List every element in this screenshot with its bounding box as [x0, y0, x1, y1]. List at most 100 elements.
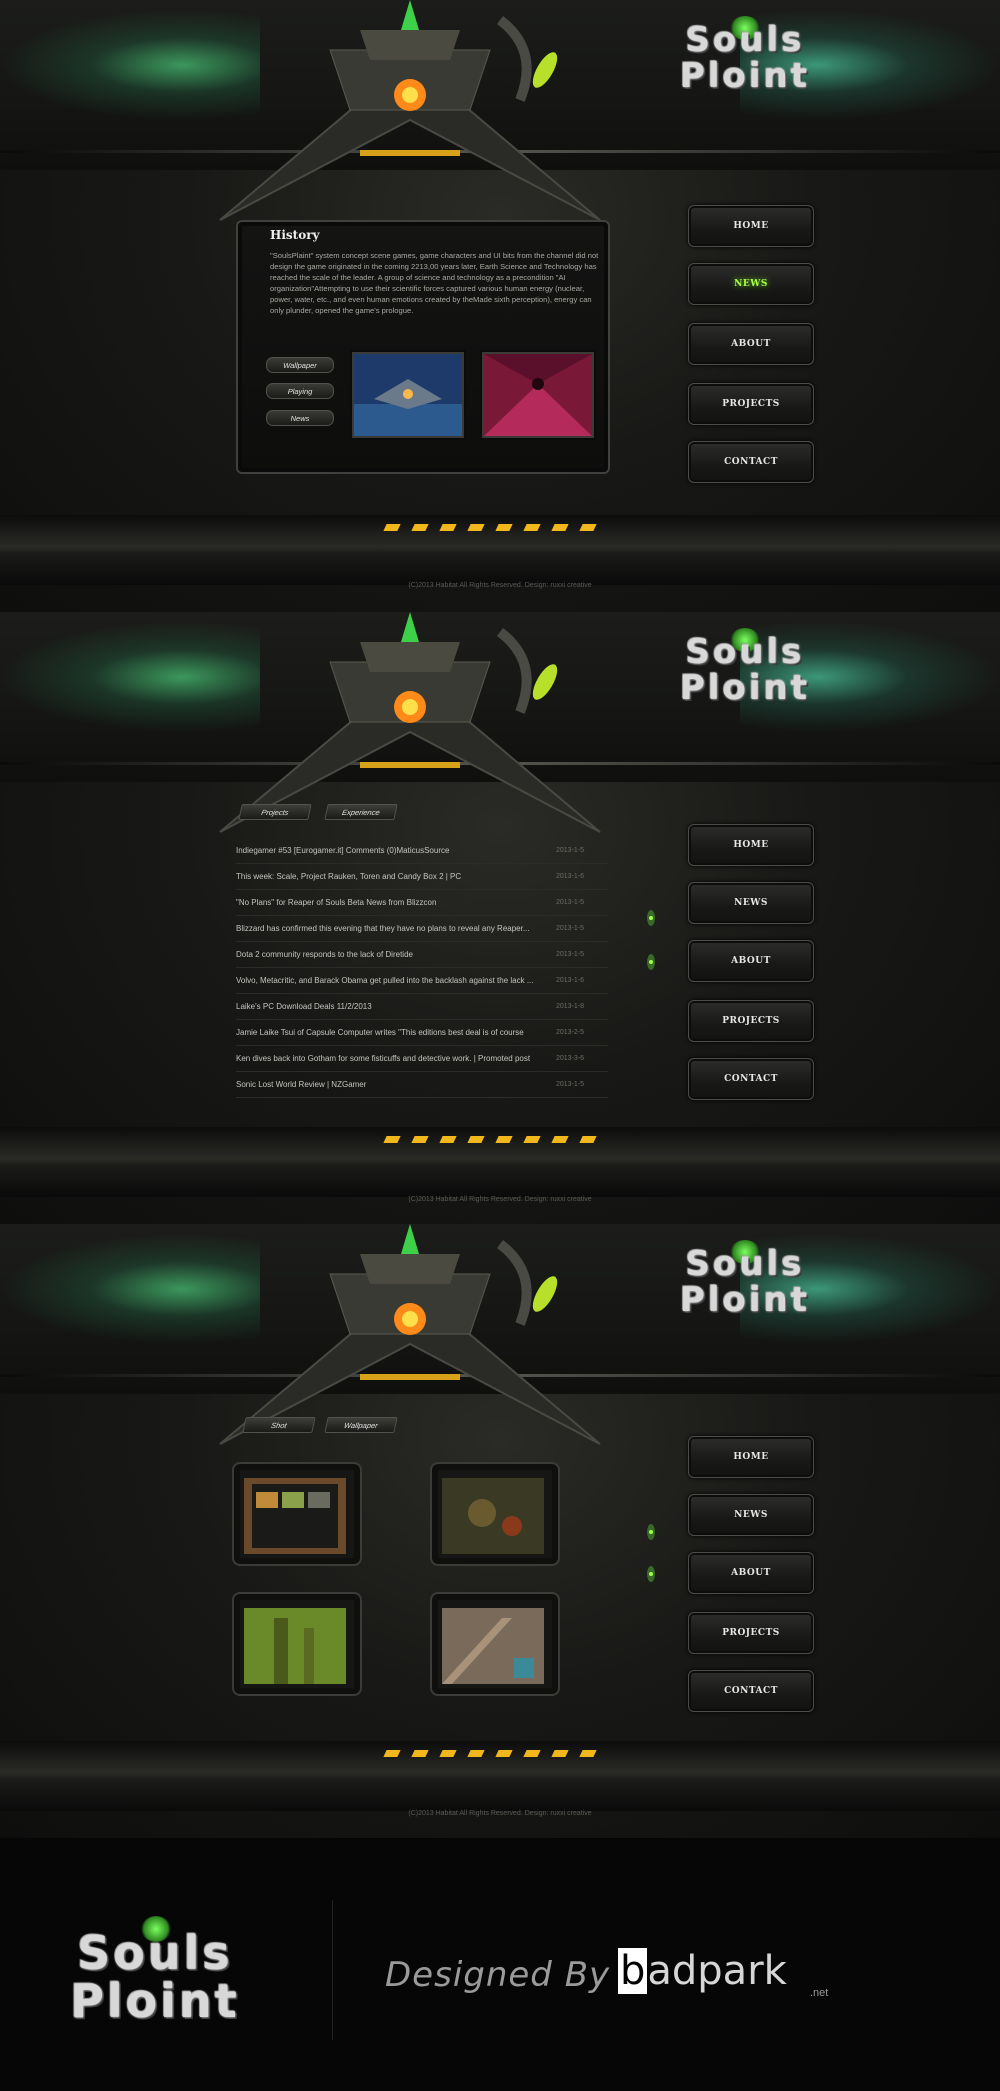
souls-plaint-logo[interactable]: Souls Ploint [670, 618, 820, 708]
news-date: 2013-1-6 [556, 873, 585, 880]
page-section-gallery: Souls Ploint Shot Wallpaper HOME NEWS AB… [0, 1224, 1000, 1838]
green-orb-icon [647, 954, 655, 970]
gallery-shot[interactable] [232, 1592, 362, 1696]
news-date: 2013-1-8 [556, 1003, 585, 1010]
news-title[interactable]: Sonic Lost World Review | NZGamer [236, 1080, 556, 1089]
logo-line-2: Ploint [679, 56, 811, 96]
main-nav: HOME NEWS ABOUT PROJECTS CONTACT [688, 1436, 814, 1728]
news-item[interactable]: Jamie Laike Tsui of Capsule Computer wri… [236, 1020, 608, 1046]
news-title[interactable]: Ken dives back into Gotham for some fist… [236, 1054, 556, 1063]
news-date: 2013-1-5 [556, 925, 585, 932]
news-date: 2013-2-5 [556, 1029, 585, 1036]
spaceship-illustration [219, 0, 601, 221]
news-date: 2013-1-5 [556, 951, 585, 958]
main-nav: HOME NEWS ABOUT PROJECTS CONTACT [688, 824, 814, 1116]
game-thumbnail-tunnel[interactable] [482, 352, 594, 438]
gallery-shot[interactable] [430, 1462, 560, 1566]
nav-news[interactable]: NEWS [688, 1494, 814, 1536]
news-title[interactable]: Dota 2 community responds to the lack of… [236, 950, 556, 959]
news-date: 2013-1-5 [556, 1081, 585, 1088]
green-orb-icon [647, 1566, 655, 1582]
hazard-stripes [383, 1136, 600, 1144]
news-date: 2013-1-5 [556, 899, 585, 906]
news-title[interactable]: Indiegamer #53 [Eurogamer.it] Comments (… [236, 846, 556, 855]
news-title[interactable]: "No Plans" for Reaper of Souls Beta News… [236, 898, 556, 907]
souls-plaint-logo[interactable]: Souls Ploint [670, 6, 820, 96]
news-title[interactable]: Laike's PC Download Deals 11/2/2013 [236, 1002, 556, 1011]
news-item[interactable]: Blizzard has confirmed this evening that… [236, 916, 608, 942]
brand-b-mark: b [618, 1948, 648, 1994]
green-orb-icon [647, 1524, 655, 1540]
news-title[interactable]: This week: Scale, Project Rauken, Toren … [236, 872, 556, 881]
game-thumbnail-ship[interactable] [352, 352, 464, 438]
news-item[interactable]: Laike's PC Download Deals 11/2/2013 2013-… [236, 994, 608, 1020]
designed-by-text: Designed By [385, 1955, 611, 1995]
souls-plaint-logo[interactable]: Souls Ploint [670, 1230, 820, 1320]
copyright-text: (C)2013 Habitat All Rights Reserved. Des… [408, 1810, 592, 1817]
news-list: Indiegamer #53 [Eurogamer.it] Comments (… [236, 838, 608, 1098]
shot-image-forest [244, 1608, 346, 1684]
playing-button[interactable]: Playing [266, 383, 334, 399]
nav-projects[interactable]: PROJECTS [688, 1000, 814, 1042]
news-item[interactable]: Sonic Lost World Review | NZGamer 2013-1-… [236, 1072, 608, 1098]
nav-contact[interactable]: CONTACT [688, 1058, 814, 1100]
shot-image-battle [442, 1478, 544, 1554]
main-nav: HOME NEWS ABOUT PROJECTS CONTACT [688, 205, 814, 499]
news-date: 2013-3-6 [556, 1055, 585, 1062]
logo-line-1: Souls [685, 20, 805, 60]
wallpaper-button[interactable]: Wallpaper [266, 357, 334, 373]
credits-divider [332, 1900, 333, 2040]
copyright-text: (C)2013 Habitat All Rights Reserved. Des… [408, 1196, 592, 1203]
news-date: 2013-1-5 [556, 847, 585, 854]
tab-shot[interactable]: Shot [242, 1417, 316, 1433]
logo-line-1: Souls [77, 1926, 233, 1980]
souls-plaint-logo-large: Souls Ploint [55, 1902, 255, 2028]
panel-title: History [270, 228, 320, 242]
nav-contact[interactable]: CONTACT [688, 1670, 814, 1712]
nav-about[interactable]: ABOUT [688, 323, 814, 365]
nav-news[interactable]: NEWS [688, 263, 814, 305]
nav-news[interactable]: NEWS [688, 882, 814, 924]
news-title[interactable]: Volvo, Metacritic, and Barack Obama get … [236, 976, 556, 985]
news-date: 2013-1-6 [556, 977, 585, 984]
tab-experience[interactable]: Experience [324, 804, 398, 820]
tab-projects[interactable]: Projects [238, 804, 312, 820]
page-section-history: Souls Ploint History "SoulsPlaint" syste… [0, 0, 1000, 612]
nav-about[interactable]: ABOUT [688, 1552, 814, 1594]
news-button[interactable]: News [266, 410, 334, 426]
news-item[interactable]: Volvo, Metacritic, and Barack Obama get … [236, 968, 608, 994]
news-item[interactable]: Indiegamer #53 [Eurogamer.it] Comments (… [236, 838, 608, 864]
logo-line-2: Ploint [679, 1280, 811, 1320]
hazard-stripes [383, 524, 600, 532]
brand-name: adpark [647, 1948, 787, 1994]
panel-text: "SoulsPlaint" system concept scene games… [270, 251, 599, 315]
logo-line-2: Ploint [70, 1974, 240, 2028]
nav-about[interactable]: ABOUT [688, 940, 814, 982]
nav-projects[interactable]: PROJECTS [688, 1612, 814, 1654]
logo-line-1: Souls [685, 632, 805, 672]
badpark-brand[interactable]: badpark [618, 1948, 787, 1994]
news-item[interactable]: This week: Scale, Project Rauken, Toren … [236, 864, 608, 890]
nav-home[interactable]: HOME [688, 824, 814, 866]
green-orb-icon [647, 910, 655, 926]
shot-image-stairs [442, 1608, 544, 1684]
tab-wallpaper[interactable]: Wallpaper [324, 1417, 398, 1433]
news-title[interactable]: Jamie Laike Tsui of Capsule Computer wri… [236, 1028, 556, 1037]
gallery-shot[interactable] [430, 1592, 560, 1696]
shot-image-website [244, 1478, 346, 1554]
gallery-shot[interactable] [232, 1462, 362, 1566]
nav-home[interactable]: HOME [688, 1436, 814, 1478]
spaceship-illustration [219, 1224, 601, 1445]
nav-contact[interactable]: CONTACT [688, 441, 814, 483]
logo-line-1: Souls [685, 1244, 805, 1284]
hazard-stripes [383, 1750, 600, 1758]
nav-home[interactable]: HOME [688, 205, 814, 247]
brand-suffix: .net [810, 1987, 829, 1999]
news-item[interactable]: Ken dives back into Gotham for some fist… [236, 1046, 608, 1072]
nav-projects[interactable]: PROJECTS [688, 383, 814, 425]
logo-line-2: Ploint [679, 668, 811, 708]
news-title[interactable]: Blizzard has confirmed this evening that… [236, 924, 556, 933]
news-item[interactable]: Dota 2 community responds to the lack of… [236, 942, 608, 968]
copyright-text: (C)2013 Habitat All Rights Reserved. Des… [408, 582, 592, 589]
news-item[interactable]: "No Plans" for Reaper of Souls Beta News… [236, 890, 608, 916]
